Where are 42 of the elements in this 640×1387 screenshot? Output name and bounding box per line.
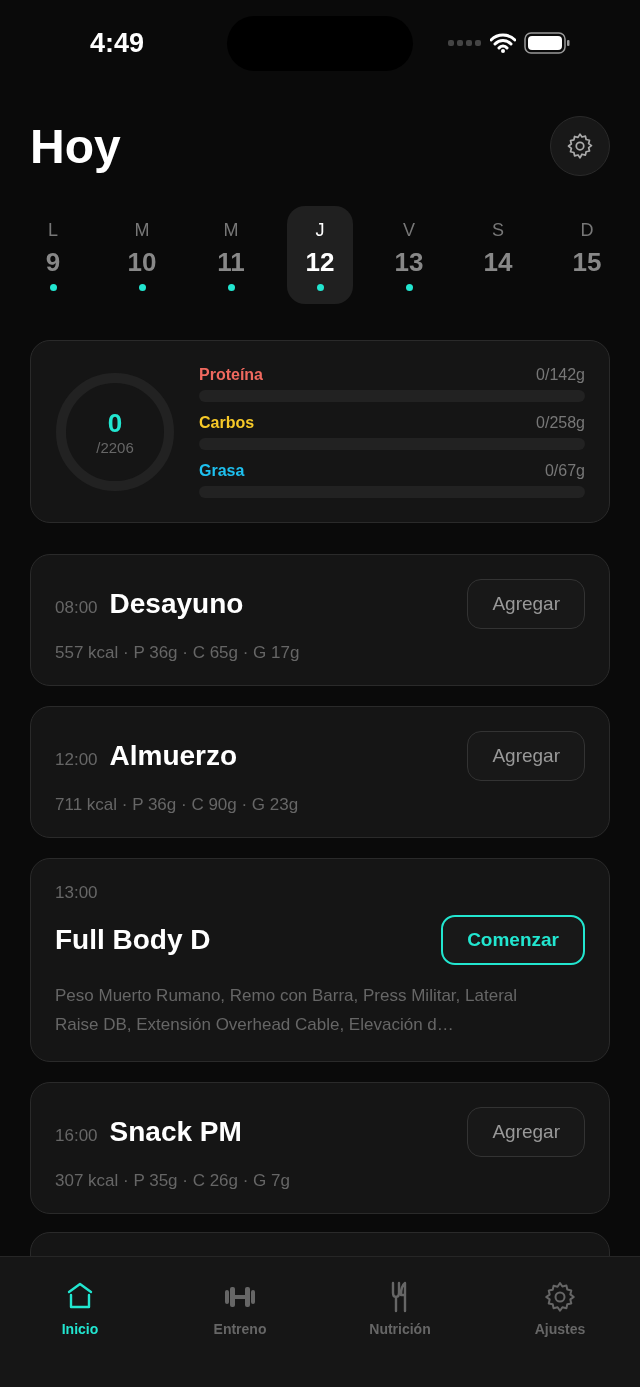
workout-name: Full Body D <box>55 924 211 956</box>
calorie-goal: /2206 <box>96 438 134 456</box>
meal-macros: 711 kcal · P 36g · C 90g · G 23g <box>55 795 300 815</box>
exercise-list: Peso Muerto Rumano, Remo con Barra, Press Militar, Lateral Raise DB, Extensión Overhead Cable, Elevación d… <box>55 981 525 1039</box>
meal-time: 08:00 <box>55 598 98 618</box>
start-button[interactable]: Comenzar <box>441 915 585 965</box>
day-selector[interactable]: M 10 <box>109 206 175 304</box>
macro-reading: 0/67g <box>544 461 585 480</box>
day-selector[interactable]: J 12 <box>287 206 353 304</box>
tab-item[interactable]: Inicio <box>0 1279 160 1337</box>
meal-name: Snack PM <box>109 1116 242 1148</box>
add-button[interactable]: Agregar <box>467 579 585 629</box>
tab-item[interactable]: Ajustes <box>480 1279 640 1337</box>
calorie-count: 0 <box>107 407 123 439</box>
meal-name: Almuerzo <box>109 740 238 772</box>
day-selector[interactable]: L 9 <box>20 206 86 304</box>
day-selector[interactable]: V 13 <box>376 206 442 304</box>
macro-name: Grasa <box>199 461 245 480</box>
status-time: 4:49 <box>90 27 145 59</box>
meal-name: Desayuno <box>109 588 244 620</box>
add-button[interactable]: Agregar <box>467 731 585 781</box>
meal-macros: 307 kcal · P 35g · C 26g · G 7g <box>55 1171 291 1191</box>
day-selector[interactable]: D 15 <box>554 206 620 304</box>
workout-time: 13:00 <box>55 883 99 903</box>
meal-time: 16:00 <box>55 1126 98 1146</box>
meal-time: 12:00 <box>55 750 98 770</box>
wifi-icon <box>490 33 516 53</box>
macro-reading: 0/142g <box>536 365 585 384</box>
tab-item[interactable]: Entreno <box>160 1279 320 1337</box>
page-title: Hoy <box>30 118 121 174</box>
add-button[interactable]: Agregar <box>467 1107 585 1157</box>
macro-name: Carbos <box>199 413 255 432</box>
macro-reading: 0/258g <box>536 413 585 432</box>
signal-icon <box>448 39 482 47</box>
settings-icon <box>542 1279 578 1315</box>
meal-macros: 557 kcal · P 36g · C 65g · G 17g <box>55 643 301 663</box>
day-selector[interactable]: M 11 <box>198 206 264 304</box>
day-selector[interactable]: S 14 <box>465 206 531 304</box>
tab-item[interactable]: Nutrición <box>320 1279 480 1337</box>
battery-icon <box>524 32 570 54</box>
macro-name: Proteína <box>199 365 263 384</box>
settings-icon <box>565 131 595 161</box>
